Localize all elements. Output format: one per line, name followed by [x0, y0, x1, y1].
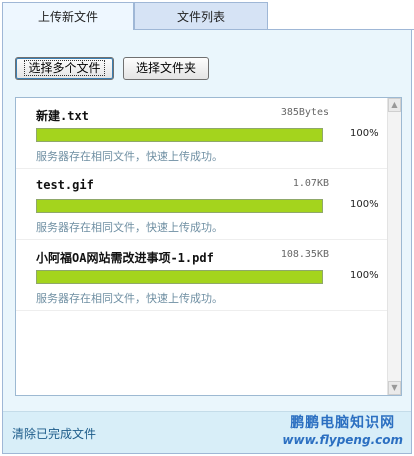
progress-percent: 100% [350, 128, 379, 139]
file-name: test.gif [36, 178, 94, 192]
progress-fill [37, 271, 322, 283]
upload-status-message: 服务器存在相同文件，快速上传成功。 [36, 221, 223, 234]
select-folder-button[interactable]: 选择文件夹 [123, 57, 209, 80]
clear-completed-link[interactable]: 清除已完成文件 [12, 425, 96, 442]
select-multiple-files-label: 选择多个文件 [24, 60, 105, 76]
chevron-up-icon[interactable]: ▲ [388, 98, 401, 112]
vertical-scrollbar[interactable]: ▲ ▼ [387, 98, 401, 395]
upload-status-message: 服务器存在相同文件，快速上传成功。 [36, 292, 223, 305]
progress-bar [36, 199, 323, 213]
progress-percent: 100% [350, 270, 379, 281]
tab-file-list[interactable]: 文件列表 [134, 2, 268, 30]
upload-status-message: 服务器存在相同文件，快速上传成功。 [36, 150, 223, 163]
file-name: 新建.txt [36, 109, 89, 123]
select-multiple-files-button[interactable]: 选择多个文件 [15, 57, 114, 80]
progress-bar [36, 128, 323, 142]
progress-bar [36, 270, 323, 284]
list-item: 新建.txt 385Bytes 100% 服务器存在相同文件，快速上传成功。 [16, 98, 401, 169]
upload-panel: 选择多个文件 选择文件夹 新建.txt 385Bytes 100% 服务器存在相… [2, 29, 412, 454]
chevron-down-icon[interactable]: ▼ [388, 381, 401, 395]
progress-fill [37, 129, 322, 141]
tab-upload-new-file[interactable]: 上传新文件 [2, 2, 134, 30]
progress-fill [37, 200, 322, 212]
file-size: 385Bytes [280, 107, 329, 118]
upload-file-list: 新建.txt 385Bytes 100% 服务器存在相同文件，快速上传成功。 t… [15, 97, 402, 396]
file-size: 1.07KB [292, 178, 329, 189]
file-name: 小阿福OA网站需改进事项-1.pdf [36, 251, 214, 265]
list-item: 小阿福OA网站需改进事项-1.pdf 108.35KB 100% 服务器存在相同… [16, 240, 401, 311]
watermark-logo: 鹏鹏电脑知识网 www.flypeng.com [282, 412, 403, 447]
watermark-title: 鹏鹏电脑知识网 [290, 415, 396, 431]
panel-footer: 清除已完成文件 鹏鹏电脑知识网 www.flypeng.com [3, 411, 411, 453]
file-size: 108.35KB [280, 249, 329, 260]
progress-percent: 100% [350, 199, 379, 210]
watermark-url: www.flypeng.com [282, 433, 403, 447]
tab-bar: 上传新文件 文件列表 [0, 0, 414, 30]
list-item: test.gif 1.07KB 100% 服务器存在相同文件，快速上传成功。 [16, 169, 401, 240]
